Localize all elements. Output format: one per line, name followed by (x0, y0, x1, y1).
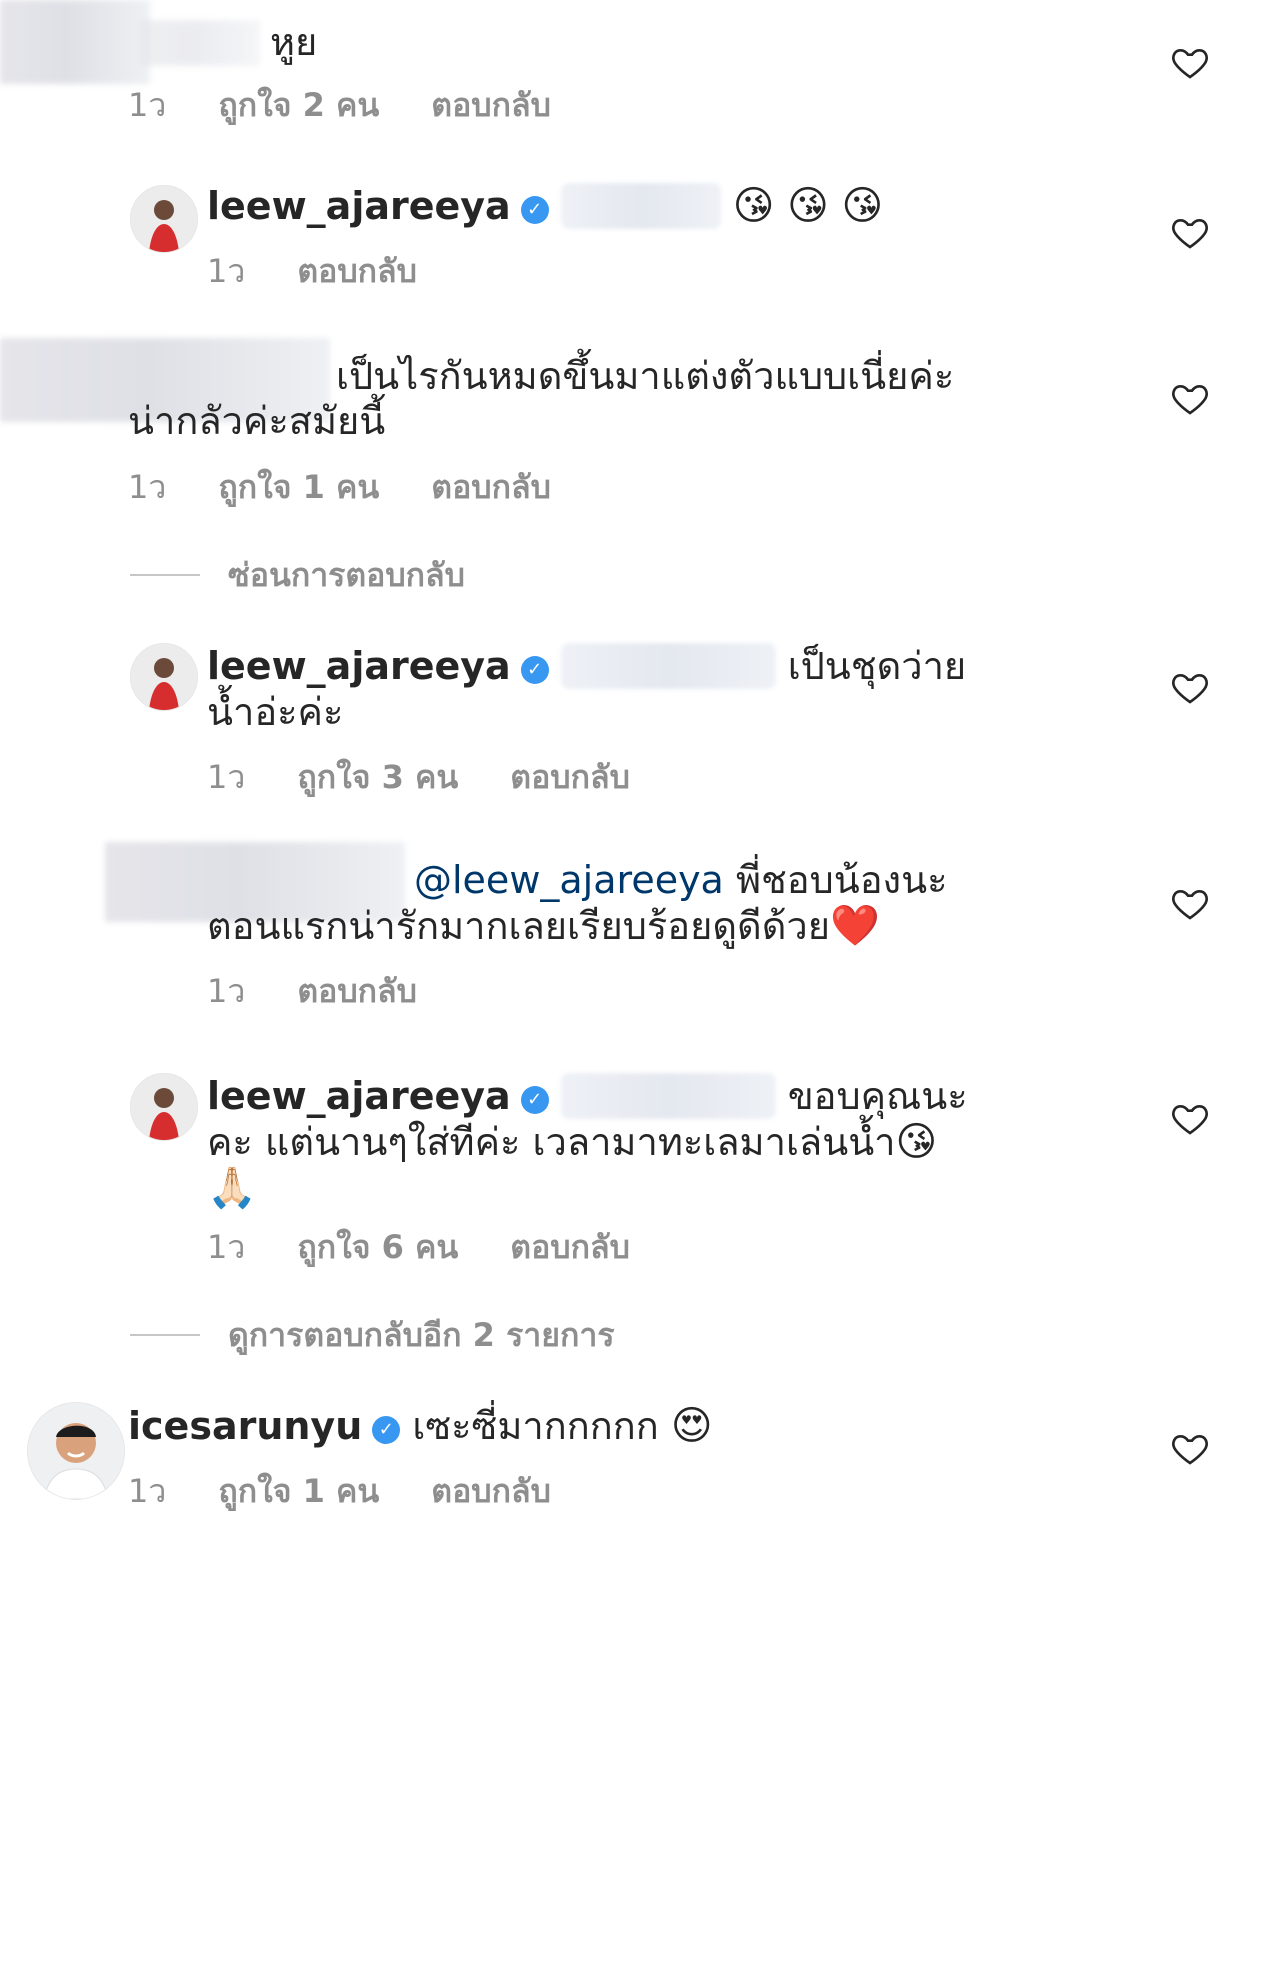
heart-icon[interactable] (1170, 212, 1210, 252)
comment-meta: 1ว ถูกใจ 2 คน ตอบกลับ (128, 80, 603, 131)
reply-button[interactable]: ตอบกลับ (431, 468, 551, 506)
comment-text: น่ากลัวค่ะสมัยนี้ (128, 399, 386, 443)
verified-badge-icon: ✓ (372, 1416, 401, 1444)
blurred-mention (560, 1073, 776, 1119)
avatar[interactable] (130, 1073, 198, 1141)
comment-time: 1ว (207, 1228, 246, 1266)
comment-meta: 1ว ถูกใจ 1 คน ตอบกลับ (128, 1466, 603, 1517)
divider-line (130, 1334, 200, 1336)
heart-icon[interactable] (1170, 1428, 1210, 1468)
reply-button[interactable]: ตอบกลับ (297, 252, 417, 290)
heart-icon[interactable] (1170, 667, 1210, 707)
comment-time: 1ว (128, 1472, 167, 1510)
reply-button[interactable]: ตอบกลับ (510, 1228, 630, 1266)
comment-meta: 1ว ตอบกลับ (207, 966, 469, 1017)
blurred-mention (560, 183, 721, 229)
username[interactable]: icesarunyu (128, 1404, 362, 1448)
likes-count[interactable]: ถูกใจ 1 คน (218, 468, 379, 506)
avatar[interactable] (130, 643, 198, 711)
likes-count[interactable]: ถูกใจ 3 คน (297, 758, 458, 796)
emoji: 😘 (895, 1119, 938, 1165)
blurred-mention (560, 643, 776, 689)
comment-time: 1ว (128, 86, 167, 124)
likes-count[interactable]: ถูกใจ 6 คน (297, 1228, 458, 1266)
mention-link[interactable]: @leew_ajareeya (414, 858, 724, 902)
username[interactable]: leew_ajareeya (207, 1074, 511, 1118)
hide-replies-toggle[interactable]: ซ่อนการตอบกลับ (130, 550, 465, 601)
username[interactable]: leew_ajareeya (207, 644, 511, 688)
verified-badge-icon: ✓ (520, 1086, 549, 1114)
comment-text: เซะซี่มากกกกก (412, 1404, 659, 1448)
comment-text: หูย (270, 20, 318, 64)
comment-meta: 1ว ถูกใจ 6 คน ตอบกลับ (207, 1222, 682, 1273)
reply-button[interactable]: ตอบกลับ (297, 972, 417, 1010)
comment-meta: 1ว ถูกใจ 3 คน ตอบกลับ (207, 752, 682, 803)
comment-time: 1ว (207, 758, 246, 796)
view-more-replies[interactable]: ดูการตอบกลับอีก 2 รายการ (130, 1310, 615, 1361)
heart-icon[interactable] (1170, 378, 1210, 418)
username[interactable]: leew_ajareeya (207, 184, 511, 228)
emoji: 😘 😘 😘 (732, 183, 884, 229)
comment-text: ขอบคุณนะ (787, 1074, 968, 1118)
comment-meta: 1ว ตอบกลับ (207, 246, 469, 297)
reply-button[interactable]: ตอบกลับ (431, 86, 551, 124)
verified-badge-icon: ✓ (520, 196, 549, 224)
reply-button[interactable]: ตอบกลับ (510, 758, 630, 796)
comment-text: พี่ชอบน้องนะ (735, 858, 948, 902)
comment-line: leew_ajareeya ✓ 😘 😘 😘 (207, 178, 883, 234)
emoji: 😍 (670, 1403, 713, 1449)
divider-line (130, 574, 200, 576)
blurred-avatar (0, 0, 150, 84)
comment-text: น้ำอ่ะค่ะ (207, 690, 344, 734)
avatar[interactable] (27, 1402, 125, 1500)
emoji-line: 🙏🏻 (207, 1160, 257, 1216)
view-more-replies-label[interactable]: ดูการตอบกลับอีก 2 รายการ (228, 1316, 615, 1354)
comment-line: icesarunyu ✓ เซะซี่มากกกกก 😍 (128, 1398, 713, 1454)
comment-text: เป็นไรกันหมดขึ้นมาแต่งตัวแบบเนี่ยค่ะ (336, 354, 955, 398)
avatar[interactable] (130, 185, 198, 253)
heart-icon[interactable] (1170, 883, 1210, 923)
comment-line: ตอนแรกน่ารักมากเลยเรียบร้อยดูดีด้วย❤️ (207, 898, 880, 954)
comment-time: 1ว (128, 468, 167, 506)
heart-icon[interactable] (1170, 1098, 1210, 1138)
emoji: ❤️ (829, 903, 880, 949)
comment-text: เป็นชุดว่าย (787, 644, 967, 688)
likes-count[interactable]: ถูกใจ 2 คน (218, 86, 379, 124)
blurred-username (140, 20, 260, 66)
comment-line: คะ แต่นานๆใส่ทีค่ะ เวลามาทะเลมาเล่นน้ำ😘 (207, 1114, 937, 1170)
likes-count[interactable]: ถูกใจ 1 คน (218, 1472, 379, 1510)
comment-time: 1ว (207, 252, 246, 290)
hide-replies-label[interactable]: ซ่อนการตอบกลับ (228, 556, 465, 594)
heart-icon[interactable] (1170, 42, 1210, 82)
comment-text: คะ แต่นานๆใส่ทีค่ะ เวลามาทะเลมาเล่นน้ำ (207, 1120, 896, 1164)
emoji: 🙏🏻 (207, 1165, 257, 1211)
verified-badge-icon: ✓ (520, 656, 549, 684)
comment-time: 1ว (207, 972, 246, 1010)
reply-button[interactable]: ตอบกลับ (431, 1472, 551, 1510)
comment-text: ตอนแรกน่ารักมากเลยเรียบร้อยดูดีด้วย (207, 904, 830, 948)
comment-meta: 1ว ถูกใจ 1 คน ตอบกลับ (128, 462, 603, 513)
